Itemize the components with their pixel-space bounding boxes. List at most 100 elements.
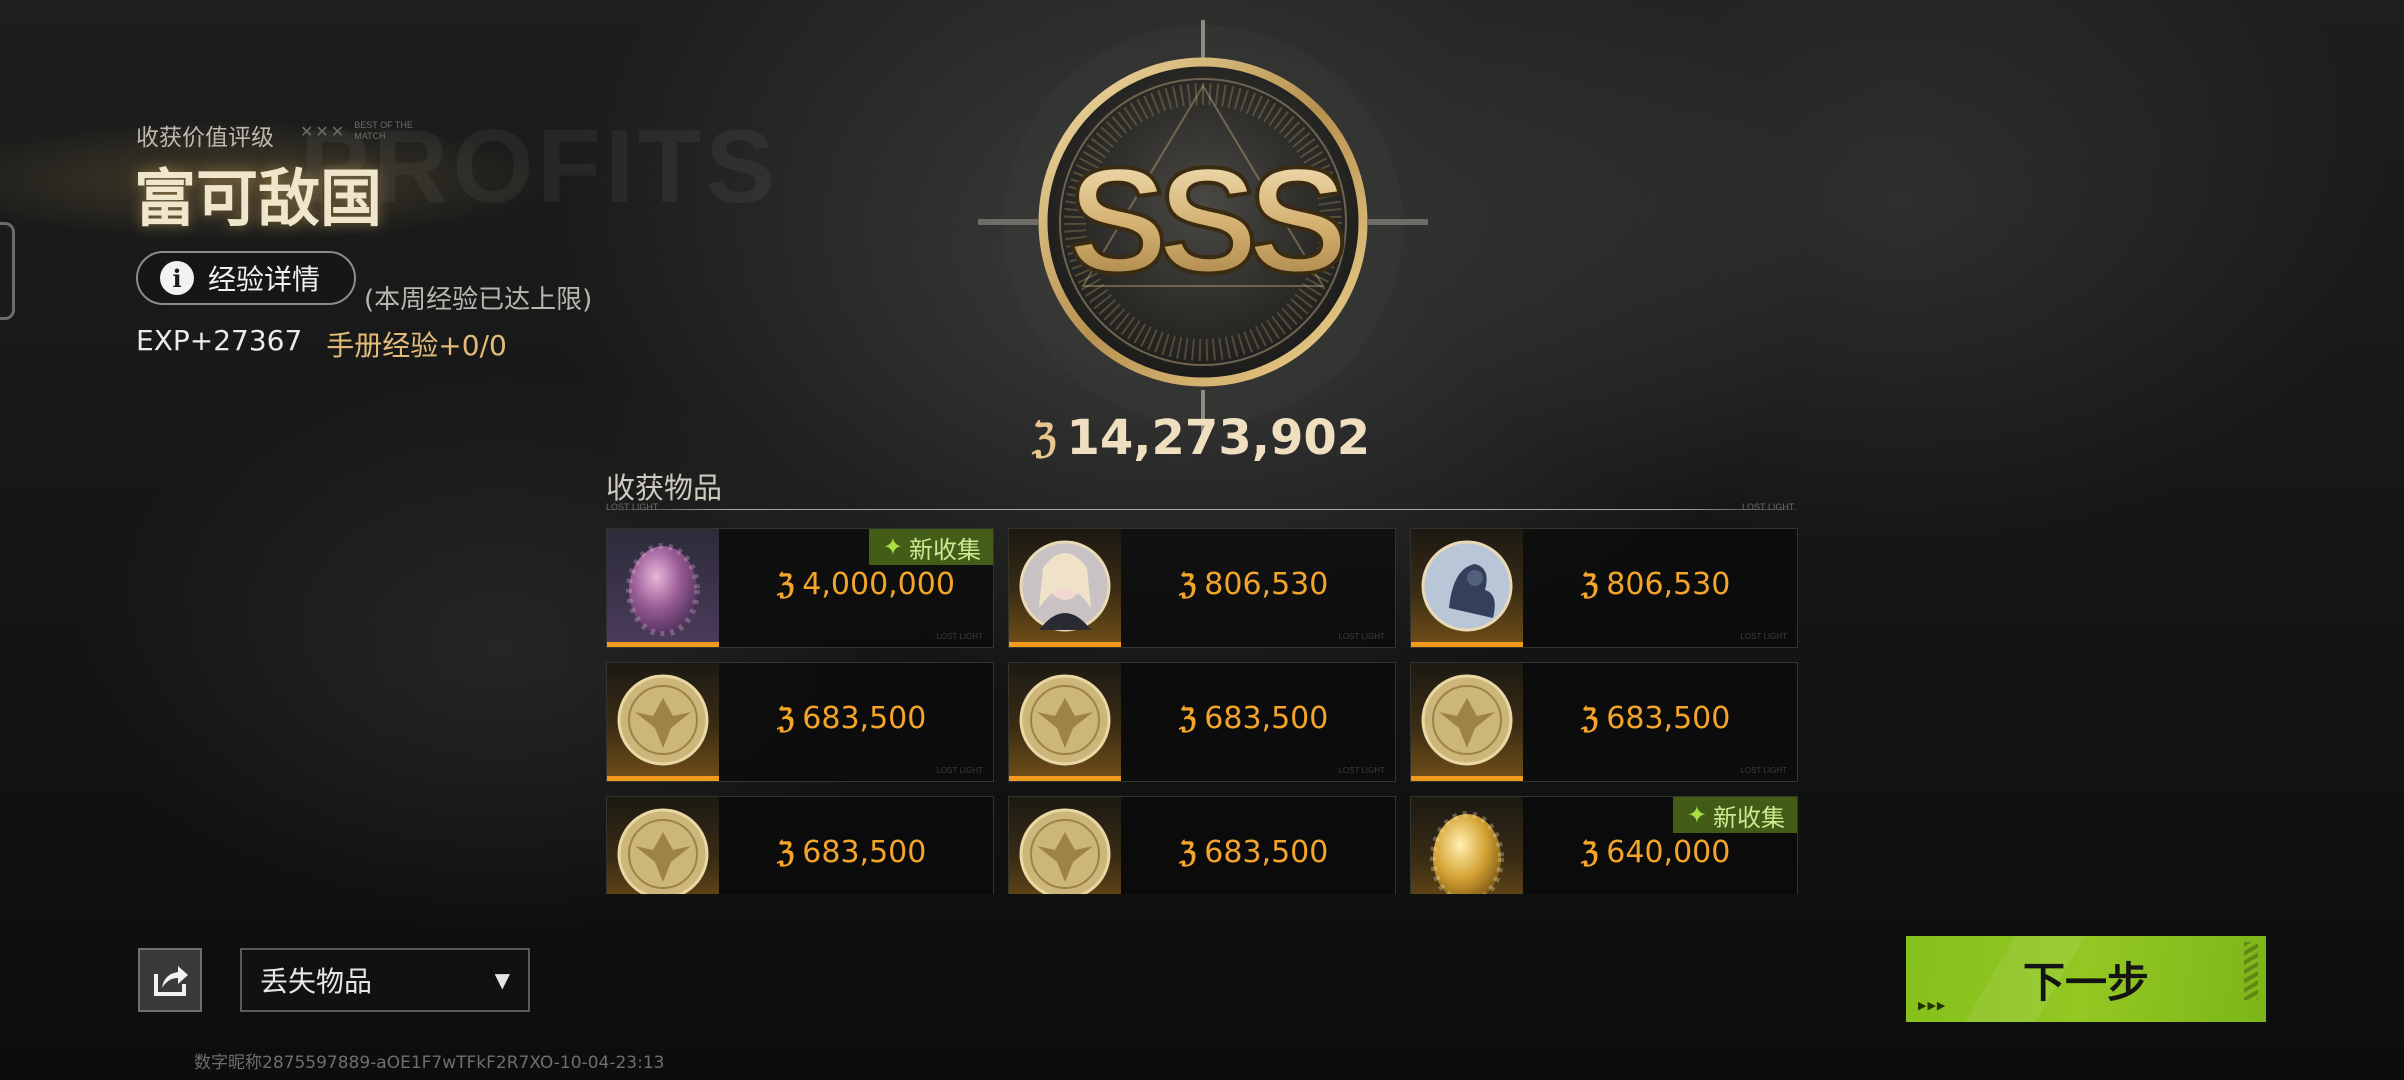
rarity-bar (607, 642, 719, 647)
items-tag-right: LOST LIGHT (1742, 502, 1795, 512)
price-value: 683,500 (802, 701, 927, 736)
item-thumb (1009, 797, 1121, 894)
items-tag-left: LOST LIGHT (606, 502, 659, 512)
coin-icon: ℨ (777, 568, 795, 601)
coin-icon: ℨ (1581, 568, 1599, 601)
info-icon: i (160, 261, 194, 295)
gold-medal-icon (617, 674, 709, 766)
price-value: 683,500 (1606, 701, 1731, 736)
item-thumb (607, 529, 719, 643)
price-value: 806,530 (1204, 567, 1329, 602)
new-badge-label: 新收集 (1713, 803, 1785, 832)
coin-icon: ℨ (1179, 568, 1197, 601)
item-card[interactable]: ℨ 683,500 LOST LIGHT (606, 662, 994, 782)
sparkle-icon: ✦ (882, 533, 903, 561)
items-divider (606, 509, 1798, 510)
price-value: 683,500 (802, 835, 927, 870)
item-card[interactable]: ℨ 683,500 LOST LIGHT (1410, 662, 1798, 782)
dropdown-value: 丢失物品 (260, 965, 373, 998)
price-value: 806,530 (1606, 567, 1731, 602)
coin-icon: ℨ (1179, 702, 1197, 735)
item-thumb (607, 663, 719, 777)
weekly-limit-note: (本周经验已达上限) (364, 285, 593, 315)
stripes-decoration (2244, 942, 2258, 1000)
item-thumb (1009, 529, 1121, 643)
next-step-button[interactable]: 下一步 ▶▶▶ (1906, 936, 2266, 1022)
coin-icon: ℨ (777, 702, 795, 735)
lost-items-dropdown[interactable]: 丢失物品 ▼ (240, 948, 530, 1012)
coin-icon: ℨ (1031, 414, 1057, 462)
portrait-creature-icon (1421, 540, 1513, 632)
item-price: ℨ 683,500 (1179, 701, 1389, 736)
item-price: ℨ 683,500 (777, 835, 987, 870)
exp-gain: EXP+27367 (136, 324, 303, 357)
share-button[interactable] (138, 948, 202, 1012)
ghost-text: LOST LIGHT (936, 766, 983, 775)
items-title: 收获物品 (606, 471, 723, 505)
new-badge-label: 新收集 (909, 535, 981, 564)
item-card[interactable]: ℨ 683,500 LOST LIGHT (1008, 662, 1396, 782)
ghost-text: LOST LIGHT (1740, 632, 1787, 641)
item-price: ℨ 4,000,000 (777, 567, 987, 602)
item-card[interactable]: ✦ 新收集 ℨ 4,000,000 LOST LIGHT (606, 528, 994, 648)
exp-details-label: 经验详情 (208, 263, 321, 296)
ghost-text: LOST LIGHT (1740, 766, 1787, 775)
best-of-match-tag: ✕✕✕ BEST OF THE MATCH (300, 120, 414, 142)
share-icon (154, 966, 188, 996)
item-price: ℨ 683,500 (1581, 701, 1791, 736)
items-grid[interactable]: ✦ 新收集 ℨ 4,000,000 LOST LIGHT ℨ 806,530 L… (606, 526, 1798, 894)
exp-details-button[interactable]: i 经验详情 (136, 251, 356, 305)
grade-text: SSS (1068, 136, 1343, 304)
item-card[interactable]: ℨ 683,500 (1008, 796, 1396, 894)
rarity-bar (1009, 776, 1121, 781)
gold-egg-icon (1430, 811, 1504, 894)
item-price: ℨ 640,000 (1581, 835, 1791, 870)
item-card[interactable]: ℨ 683,500 (606, 796, 994, 894)
item-card[interactable]: ℨ 806,530 LOST LIGHT (1410, 528, 1798, 648)
side-drawer-tab[interactable] (0, 222, 15, 320)
item-price: ℨ 683,500 (1179, 835, 1389, 870)
rating-label: 收获价值评级 (136, 125, 274, 151)
ghost-text: LOST LIGHT (1338, 766, 1385, 775)
coin-icon: ℨ (1179, 836, 1197, 869)
gold-medal-icon (1421, 674, 1513, 766)
coin-icon: ℨ (1581, 702, 1599, 735)
item-price: ℨ 806,530 (1581, 567, 1791, 602)
price-value: 683,500 (1204, 835, 1329, 870)
item-card[interactable]: ✦ 新收集 ℨ 640,000 (1410, 796, 1798, 894)
gold-medal-icon (1019, 808, 1111, 894)
sparkle-icon: ✦ (1686, 801, 1707, 829)
price-value: 683,500 (1204, 701, 1329, 736)
caret-down-icon: ▼ (494, 968, 510, 992)
item-price: ℨ 683,500 (777, 701, 987, 736)
gold-medal-icon (617, 808, 709, 894)
item-price: ℨ 806,530 (1179, 567, 1389, 602)
gold-medal-icon (1019, 674, 1111, 766)
exp-summary: EXP+27367 手册经验+0/0 (136, 324, 507, 364)
grade-emblem: SSS (978, 20, 1428, 440)
item-thumb (1411, 529, 1523, 643)
rarity-bar (607, 776, 719, 781)
new-collection-badge: ✦ 新收集 (868, 529, 993, 565)
rarity-bar (1411, 642, 1523, 647)
ghost-text: LOST LIGHT (1338, 632, 1385, 641)
price-value: 4,000,000 (802, 567, 955, 602)
item-thumb (1411, 663, 1523, 777)
total-value: ℨ 14,273,902 (1032, 410, 1370, 466)
rarity-bar (1411, 776, 1523, 781)
tag-text: BEST OF THE MATCH (354, 120, 413, 141)
item-card[interactable]: ℨ 806,530 LOST LIGHT (1008, 528, 1396, 648)
item-thumb (607, 797, 719, 894)
rarity-bar (1009, 642, 1121, 647)
item-thumb (1411, 797, 1523, 894)
player-id-footer: 数字昵称2875597889-aOE1F7wTFkF2R7XO-10-04-23… (194, 1053, 665, 1073)
portrait-girl-icon (1019, 540, 1111, 632)
handbook-exp: 手册经验+0/0 (326, 329, 507, 362)
coin-icon: ℨ (1581, 836, 1599, 869)
purple-egg-icon (626, 543, 700, 636)
item-thumb (1009, 663, 1121, 777)
new-collection-badge: ✦ 新收集 (1672, 797, 1797, 833)
next-step-label: 下一步 (2022, 957, 2149, 1007)
arrows-icon: ▶▶▶ (1918, 999, 1947, 1012)
rating-title: 富可敌国 (134, 162, 383, 235)
